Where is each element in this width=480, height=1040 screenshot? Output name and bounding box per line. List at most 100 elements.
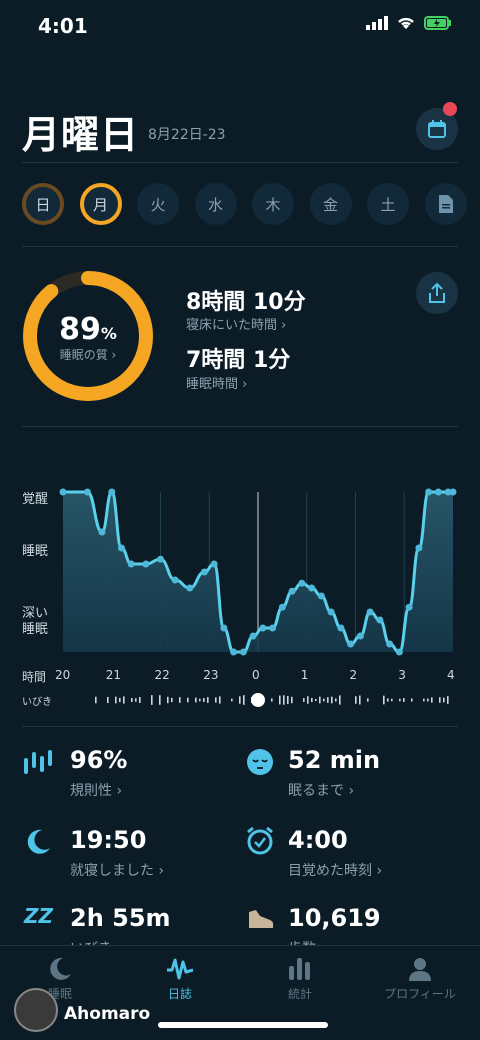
status-icons xyxy=(366,16,452,30)
nav-journal[interactable]: 日誌 xyxy=(120,956,240,1002)
regularity-value: 96% xyxy=(70,746,128,774)
snore-bar xyxy=(219,696,221,704)
snore-bar xyxy=(447,696,449,704)
snore-bar xyxy=(179,697,181,703)
sleepy-face-icon xyxy=(247,749,273,775)
signal-icon xyxy=(366,16,388,30)
battery-icon xyxy=(424,16,451,30)
chart-point xyxy=(142,560,150,568)
day-sun[interactable]: 日 xyxy=(22,183,64,225)
chart-point xyxy=(239,648,247,656)
divider xyxy=(22,426,458,427)
x-ticks: 20 21 22 23 0 1 2 3 4 xyxy=(0,668,480,684)
day-selector: 日 月 火 水 木 金 土 xyxy=(22,183,467,225)
date-range: 8月22日-23 xyxy=(148,127,226,143)
snore-track[interactable] xyxy=(0,690,480,710)
snore-bar xyxy=(307,696,309,704)
share-icon xyxy=(429,282,445,303)
snore-bar xyxy=(355,696,357,704)
snore-bar xyxy=(403,698,405,702)
snore-bar xyxy=(323,698,325,702)
snore-bar xyxy=(207,697,209,703)
snoring-value: 2h 55m xyxy=(70,904,171,932)
chart-point xyxy=(108,488,116,496)
nav-profile[interactable]: プロフィール xyxy=(360,956,480,1002)
status-time: 4:01 xyxy=(38,14,88,38)
snore-bar xyxy=(331,696,333,704)
snore-bar xyxy=(283,695,285,705)
alarm-clock-icon xyxy=(247,826,273,855)
zzz-icon: ZZ xyxy=(24,904,54,928)
snore-bar xyxy=(319,696,321,704)
snore-bar xyxy=(287,696,289,704)
snore-bar xyxy=(203,698,205,702)
chart-point xyxy=(83,488,91,496)
fall-asleep-value: 52 min xyxy=(288,746,381,774)
snore-bar xyxy=(359,695,361,705)
day-fri[interactable]: 金 xyxy=(309,183,352,225)
snore-bar xyxy=(335,698,337,702)
chart-point xyxy=(356,632,364,640)
sleep-time-label[interactable]: 睡眠時間 › xyxy=(186,373,247,392)
page-title: 月曜日 xyxy=(22,113,140,157)
snore-bar xyxy=(303,698,305,702)
x-tick-label: 3 xyxy=(398,668,406,682)
snore-bar xyxy=(291,696,293,704)
chart-point xyxy=(405,603,413,611)
bedtime-label: 就寝しました › xyxy=(70,863,165,879)
chart-point xyxy=(337,624,345,632)
nav-stats[interactable]: 統計 xyxy=(240,956,360,1002)
share-button[interactable] xyxy=(416,272,458,314)
playhead-knob[interactable] xyxy=(251,693,265,707)
moon-icon xyxy=(50,957,71,980)
snore-bar xyxy=(239,696,241,704)
snore-bar xyxy=(315,698,317,702)
snore-bar xyxy=(231,698,233,702)
day-tue[interactable]: 火 xyxy=(137,183,179,225)
chart-point xyxy=(395,648,403,656)
wakeup-label: 目覚めた時刻 › xyxy=(288,863,383,879)
nav-journal-label: 日誌 xyxy=(167,987,192,1001)
snore-bar xyxy=(311,697,313,703)
day-wed[interactable]: 水 xyxy=(194,183,237,225)
chart-point xyxy=(186,584,194,592)
sleep-chart[interactable] xyxy=(0,470,480,670)
chart-point xyxy=(171,576,179,584)
chart-point xyxy=(59,488,67,496)
snore-bar xyxy=(279,695,281,705)
in-bed-label[interactable]: 寝床にいた時間 › xyxy=(186,314,286,333)
chart-point xyxy=(249,632,257,640)
chart-point xyxy=(386,640,394,648)
snore-bar xyxy=(431,697,433,703)
snore-bar xyxy=(95,696,97,704)
snore-bar xyxy=(391,698,393,702)
snore-bar xyxy=(327,697,329,703)
bars-icon xyxy=(289,958,310,980)
wave-icon xyxy=(167,958,194,980)
quality-value: 89% xyxy=(59,312,117,347)
moon-icon xyxy=(27,829,50,854)
notes-button[interactable] xyxy=(424,183,467,225)
day-thu[interactable]: 木 xyxy=(252,183,294,225)
snore-bar xyxy=(271,698,273,702)
wakeup-value: 4:00 xyxy=(288,826,348,854)
x-tick-label: 22 xyxy=(154,668,170,682)
x-tick-label: 20 xyxy=(55,668,71,682)
divider xyxy=(22,246,458,247)
snore-bar xyxy=(387,698,389,702)
day-sat[interactable]: 土 xyxy=(367,183,409,225)
snore-bar xyxy=(399,698,401,702)
chart-point xyxy=(230,648,238,656)
quality-label[interactable]: 睡眠の質 › xyxy=(20,346,156,363)
chart-point xyxy=(327,608,335,616)
snore-bar xyxy=(199,698,201,702)
chart-point xyxy=(220,624,228,632)
chart-point xyxy=(425,488,433,496)
snore-bar xyxy=(195,697,197,703)
wifi-icon xyxy=(398,17,414,29)
chart-point xyxy=(317,592,325,600)
day-mon[interactable]: 月 xyxy=(79,183,122,225)
fall-asleep-label: 眠るまで › xyxy=(288,783,355,799)
chart-point xyxy=(118,544,125,552)
snore-bar xyxy=(171,697,173,703)
